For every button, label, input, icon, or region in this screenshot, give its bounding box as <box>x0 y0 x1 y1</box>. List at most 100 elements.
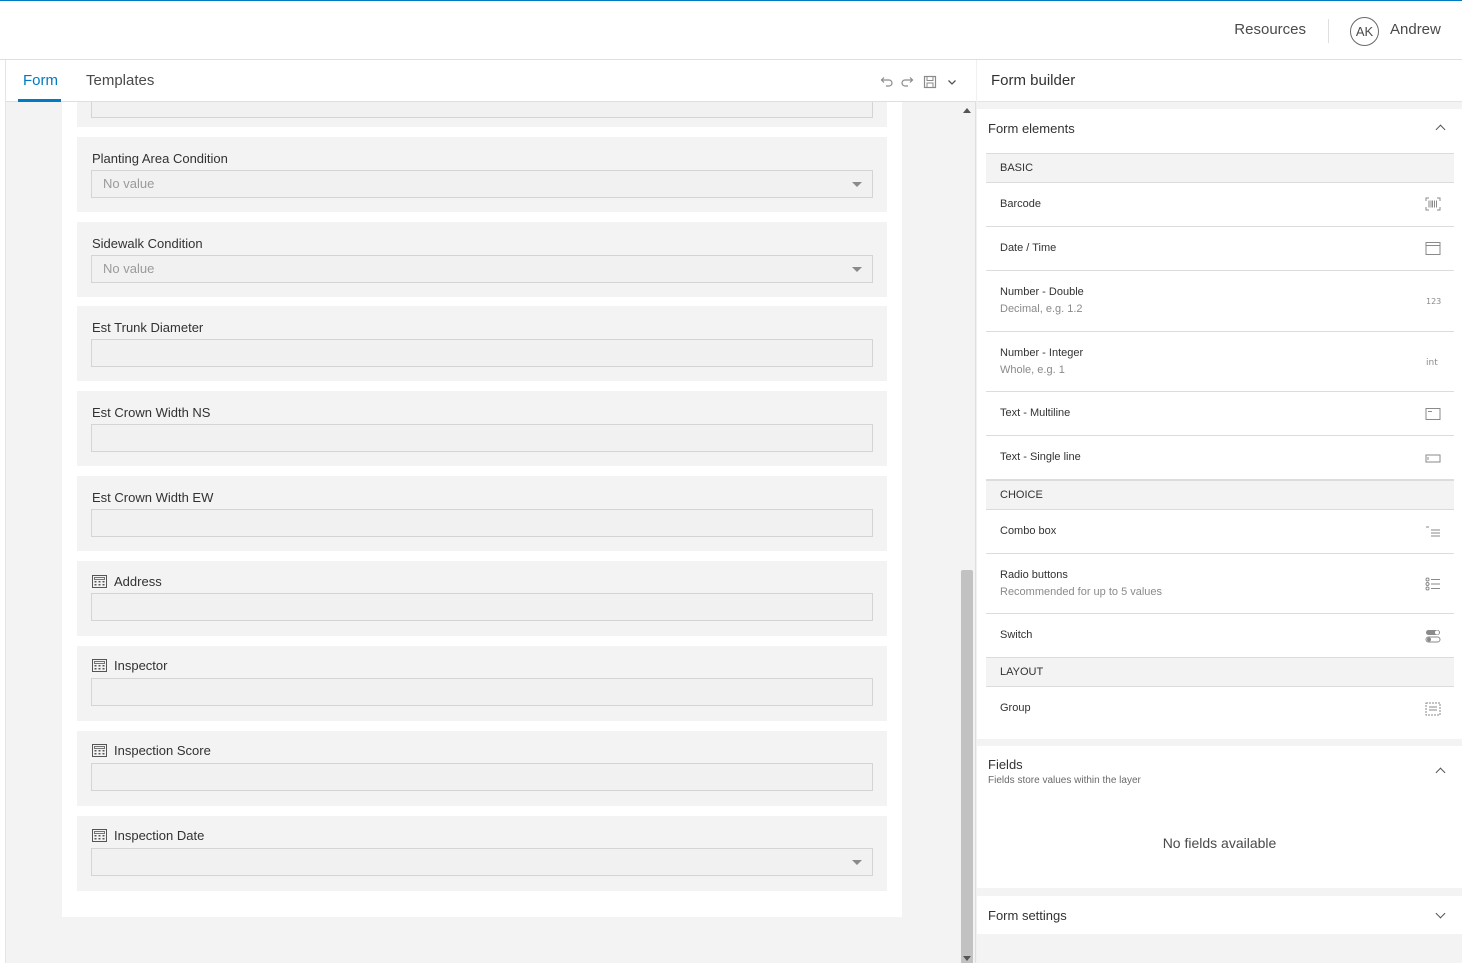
svg-text:123: 123 <box>1426 297 1441 306</box>
fields-title: Fields <box>988 757 1023 772</box>
element-number-double[interactable]: Number - Double Decimal, e.g. 1.2 123 <box>986 271 1454 332</box>
tab-form[interactable]: Form <box>23 72 58 89</box>
field-label: Address <box>92 574 162 589</box>
field-label: Planting Area Condition <box>92 151 228 166</box>
calculator-icon <box>92 659 107 672</box>
field-input[interactable] <box>91 593 873 621</box>
dropdown-caret-icon <box>852 860 862 865</box>
field-label: Est Trunk Diameter <box>92 320 204 335</box>
field-select[interactable]: No value <box>91 170 873 198</box>
calculator-icon <box>92 575 107 588</box>
no-fields-message: No fields available <box>1162 835 1277 851</box>
svg-text:int: int <box>1426 358 1438 368</box>
form-canvas: Planting Area Condition No value Sidewal… <box>62 102 902 917</box>
calendar-icon <box>1425 241 1441 255</box>
radio-list-icon <box>1425 577 1441 591</box>
group-header-basic: BASIC <box>986 153 1454 183</box>
element-name: Text - Single line <box>1000 451 1081 463</box>
combo-box-icon <box>1425 525 1441 539</box>
field-label: Inspection Date <box>92 828 204 843</box>
element-name: Radio buttons <box>1000 569 1068 581</box>
field-card[interactable]: Est Trunk Diameter <box>77 306 887 381</box>
switch-icon <box>1425 629 1441 643</box>
field-card[interactable]: Inspector <box>77 646 887 721</box>
field-card[interactable]: Planting Area Condition No value <box>77 137 887 212</box>
dropdown-caret-icon <box>852 182 862 187</box>
field-input[interactable] <box>91 509 873 537</box>
field-label: Inspector <box>92 658 167 673</box>
field-card[interactable]: Address <box>77 561 887 636</box>
scroll-down-arrow-icon[interactable] <box>963 956 971 961</box>
fields-subtitle: Fields store values within the layer <box>988 775 1141 786</box>
element-combo-box[interactable]: Combo box <box>986 510 1454 554</box>
element-name: Barcode <box>1000 198 1041 210</box>
decimal-icon: 123 <box>1425 294 1441 308</box>
field-card[interactable] <box>77 102 887 127</box>
field-input[interactable] <box>91 763 873 791</box>
scroll-up-arrow-icon[interactable] <box>963 108 971 113</box>
field-label: Est Crown Width EW <box>92 490 214 505</box>
chevron-down-icon[interactable] <box>1435 908 1446 919</box>
group-header-choice: CHOICE <box>986 480 1454 510</box>
element-switch[interactable]: Switch <box>986 614 1454 658</box>
form-builder-panel: Form builder Form elements BASIC Barcode… <box>977 60 1462 963</box>
resources-link[interactable]: Resources <box>1234 21 1306 38</box>
element-number-integer[interactable]: Number - Integer Whole, e.g. 1 int <box>986 332 1454 392</box>
barcode-icon <box>1425 197 1441 211</box>
left-rail <box>0 60 6 963</box>
scrollbar-thumb[interactable] <box>961 570 973 963</box>
form-elements-header[interactable]: Form elements <box>977 109 1462 149</box>
chevron-up-icon[interactable] <box>1435 767 1446 778</box>
field-input[interactable] <box>91 424 873 452</box>
multiline-text-icon <box>1425 407 1441 421</box>
fields-section: Fields Fields store values within the la… <box>977 746 1462 888</box>
form-builder-title: Form builder <box>991 72 1076 89</box>
field-input[interactable] <box>91 102 873 118</box>
field-select[interactable] <box>91 848 873 876</box>
chevron-up-icon[interactable] <box>1435 124 1446 135</box>
field-card[interactable]: Inspection Score <box>77 731 887 806</box>
field-card[interactable]: Sidewalk Condition No value <box>77 222 887 297</box>
form-elements-section: Form elements BASIC Barcode Date / Time … <box>977 109 1462 739</box>
field-input[interactable] <box>91 678 873 706</box>
element-group[interactable]: Group <box>986 687 1454 731</box>
vertical-scrollbar[interactable] <box>960 102 974 963</box>
integer-icon: int <box>1425 355 1441 369</box>
form-builder-header: Form builder <box>977 60 1462 102</box>
element-text-multiline[interactable]: Text - Multiline <box>986 392 1454 436</box>
form-settings-section[interactable]: Form settings <box>977 896 1462 934</box>
redo-icon[interactable] <box>900 74 916 90</box>
group-header-layout: LAYOUT <box>986 657 1454 687</box>
editor-toolbar <box>878 74 960 90</box>
element-name: Text - Multiline <box>1000 407 1071 419</box>
field-card[interactable]: Inspection Date <box>77 816 887 891</box>
tab-templates[interactable]: Templates <box>86 72 154 89</box>
chevron-down-icon[interactable] <box>944 74 960 90</box>
element-name: Group <box>1000 702 1031 714</box>
element-text-single-line[interactable]: Text - Single line <box>986 436 1454 480</box>
fields-header[interactable]: Fields Fields store values within the la… <box>977 746 1462 790</box>
user-name[interactable]: Andrew <box>1390 21 1441 38</box>
group-icon <box>1425 702 1441 716</box>
element-name: Number - Double <box>1000 286 1084 298</box>
element-date-time[interactable]: Date / Time <box>986 227 1454 271</box>
undo-icon[interactable] <box>878 74 894 90</box>
element-barcode[interactable]: Barcode <box>986 183 1454 227</box>
avatar[interactable]: AK <box>1350 17 1379 46</box>
form-editor-pane: Form Templates Planting Area Condition N… <box>0 60 976 963</box>
field-card[interactable]: Est Crown Width NS <box>77 391 887 466</box>
dropdown-caret-icon <box>852 267 862 272</box>
field-input[interactable] <box>91 339 873 367</box>
field-label: Sidewalk Condition <box>92 236 203 251</box>
editor-tab-bar: Form Templates <box>6 60 976 102</box>
element-radio-buttons[interactable]: Radio buttons Recommended for up to 5 va… <box>986 554 1454 614</box>
form-elements-title: Form elements <box>988 121 1075 136</box>
element-description: Decimal, e.g. 1.2 <box>1000 303 1083 315</box>
header-divider <box>1328 19 1329 43</box>
field-card[interactable]: Est Crown Width EW <box>77 476 887 551</box>
field-label: Est Crown Width NS <box>92 405 211 420</box>
form-settings-title: Form settings <box>988 908 1067 923</box>
element-description: Recommended for up to 5 values <box>1000 586 1163 598</box>
save-icon[interactable] <box>922 74 938 90</box>
field-select[interactable]: No value <box>91 255 873 283</box>
